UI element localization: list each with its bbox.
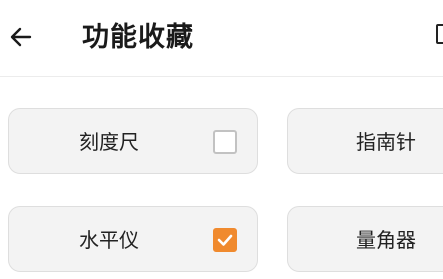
header-action-button[interactable] [436, 24, 443, 50]
arrow-left-icon [10, 27, 32, 47]
back-button[interactable] [4, 20, 38, 54]
tool-label: 刻度尺 [79, 130, 139, 154]
page-title: 功能收藏 [82, 22, 194, 53]
checkmark-icon [217, 234, 233, 246]
checkbox-checked[interactable] [213, 228, 237, 252]
tool-card-ruler[interactable]: 刻度尺 [8, 108, 258, 174]
tool-card-protractor[interactable]: 量角器 [287, 206, 443, 272]
checkbox-unchecked[interactable] [213, 130, 237, 154]
app-header: 功能收藏 [0, 0, 443, 77]
tool-card-level[interactable]: 水平仪 [8, 206, 258, 272]
tool-label: 水平仪 [79, 228, 139, 252]
tool-card-compass[interactable]: 指南针 [287, 108, 443, 174]
square-icon [436, 24, 443, 44]
tool-label: 指南针 [356, 130, 416, 154]
tool-label: 量角器 [356, 228, 416, 252]
